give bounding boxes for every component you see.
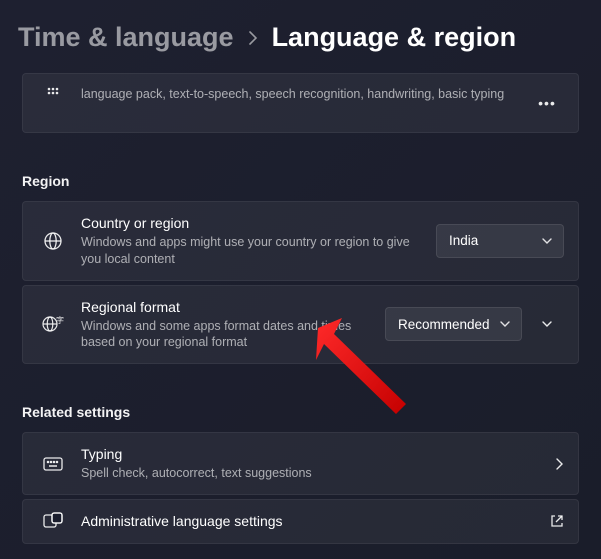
expand-button[interactable] [530,307,564,341]
chevron-right-icon [554,457,564,471]
regional-format-row: 字 Regional format Windows and some apps … [22,285,579,365]
regional-format-desc: Windows and some apps format dates and t… [81,318,375,352]
typing-title: Typing [81,445,544,464]
country-region-desc: Windows and apps might use your country … [81,234,426,268]
admin-language-icon [37,512,69,530]
country-select-value: India [449,233,478,248]
breadcrumb: Time & language Language & region [0,0,601,73]
breadcrumb-parent[interactable]: Time & language [18,22,234,53]
drag-handle-icon[interactable] [37,86,69,100]
language-features-desc: language pack, text-to-speech, speech re… [81,86,520,103]
regional-format-select[interactable]: Recommended [385,307,522,341]
open-external-icon [550,514,564,528]
typing-desc: Spell check, autocorrect, text suggestio… [81,465,544,482]
chevron-down-icon [499,318,511,330]
country-region-row: Country or region Windows and apps might… [22,201,579,281]
admin-language-row[interactable]: Administrative language settings [22,499,579,544]
regional-format-title: Regional format [81,298,375,317]
globe-icon [37,231,69,251]
globe-letter-icon: 字 [37,314,69,334]
chevron-down-icon [541,235,553,247]
breadcrumb-current: Language & region [272,22,517,53]
language-features-card[interactable]: language pack, text-to-speech, speech re… [22,73,579,133]
keyboard-icon [37,457,69,471]
svg-text:字: 字 [56,315,64,325]
typing-row[interactable]: Typing Spell check, autocorrect, text su… [22,432,579,495]
more-options-button[interactable]: ••• [530,86,564,120]
chevron-right-icon [248,30,258,46]
admin-language-title: Administrative language settings [81,512,540,531]
country-select[interactable]: India [436,224,564,258]
country-region-title: Country or region [81,214,426,233]
section-header-region: Region [22,173,579,189]
regional-format-select-value: Recommended [398,317,490,332]
section-header-related: Related settings [22,404,579,420]
